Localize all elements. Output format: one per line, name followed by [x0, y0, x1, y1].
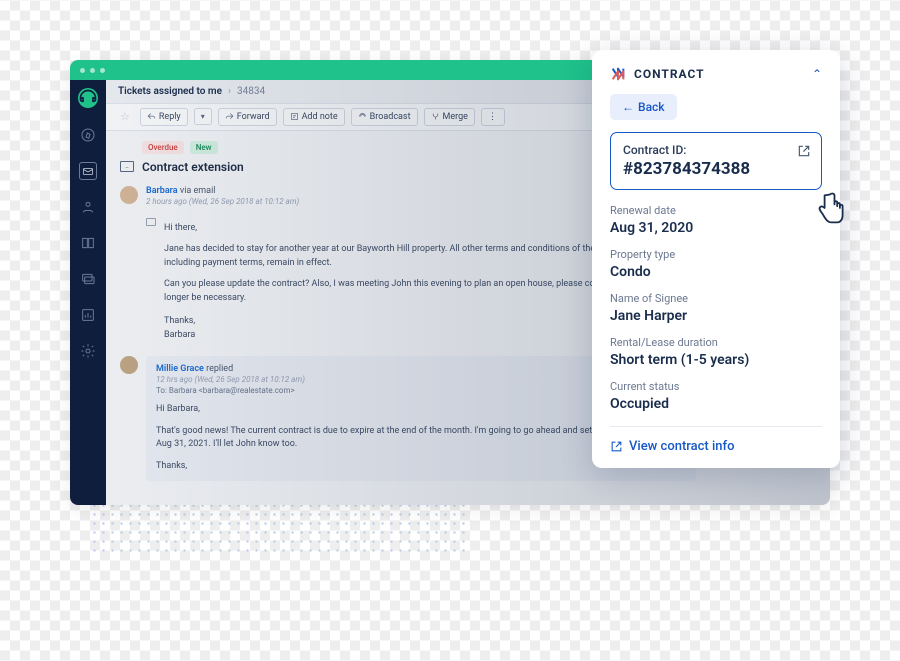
external-link-icon [610, 440, 623, 453]
contract-field: Property type Condo [610, 248, 822, 280]
more-button[interactable]: ⋮ [481, 108, 505, 126]
headset-icon[interactable] [78, 88, 98, 108]
field-value: Occupied [610, 396, 822, 412]
book-icon[interactable] [79, 234, 97, 252]
contract-id-label: Contract ID: [623, 143, 809, 157]
decorative-dots [90, 501, 470, 556]
merge-button[interactable]: Merge [424, 108, 475, 126]
avatar[interactable] [120, 186, 138, 204]
field-label: Rental/Lease duration [610, 336, 822, 349]
new-badge: New [190, 141, 218, 154]
app-logo-icon [610, 66, 626, 82]
forward-button[interactable]: Forward [218, 108, 277, 126]
arrow-left-icon: ← [622, 100, 634, 114]
contract-field: Name of Signee Jane Harper [610, 292, 822, 324]
view-contract-link[interactable]: View contract info [610, 439, 822, 454]
chart-icon[interactable] [79, 306, 97, 324]
reply-dropdown[interactable]: ▾ [194, 108, 212, 125]
broadcast-button[interactable]: Broadcast [351, 108, 418, 126]
envelope-icon [146, 218, 156, 226]
contract-id-box[interactable]: Contract ID: #823784374388 [610, 132, 822, 190]
pointer-hand-icon [812, 188, 848, 228]
contract-panel: CONTRACT ⌃ ← Back Contract ID: #82378437… [592, 50, 840, 468]
back-button[interactable]: ← Back [610, 94, 677, 120]
contract-field: Renewal date Aug 31, 2020 [610, 204, 822, 236]
field-value: Condo [610, 264, 822, 280]
link-label: View contract info [629, 439, 735, 454]
overdue-badge: Overdue [142, 141, 184, 154]
msg-line: Barbara [164, 330, 195, 340]
compass-icon[interactable] [79, 126, 97, 144]
field-label: Property type [610, 248, 822, 261]
divider [610, 426, 822, 427]
reply-button[interactable]: Reply [140, 108, 188, 126]
field-label: Name of Signee [610, 292, 822, 305]
contract-field: Rental/Lease duration Short term (1-5 yea… [610, 336, 822, 368]
field-value: Short term (1-5 years) [610, 352, 822, 368]
forward-label: Forward [237, 112, 270, 122]
window-dot[interactable] [90, 68, 95, 73]
merge-label: Merge [443, 112, 468, 122]
window-dot[interactable] [80, 68, 85, 73]
chat-icon[interactable] [79, 270, 97, 288]
contract-id-value: #823784374388 [623, 159, 809, 179]
sender-name[interactable]: Barbara [146, 186, 178, 196]
gear-icon[interactable] [79, 342, 97, 360]
left-nav [70, 80, 106, 505]
panel-title: CONTRACT [634, 67, 804, 81]
ticket-subject: Contract extension [142, 160, 244, 174]
window-dot[interactable] [100, 68, 105, 73]
sender-name[interactable]: Millie Grace [156, 364, 204, 374]
collapse-icon[interactable]: ⌃ [812, 67, 822, 81]
field-value: Jane Harper [610, 308, 822, 324]
action-label: replied [204, 364, 233, 374]
addnote-button[interactable]: Add note [283, 108, 345, 126]
envelope-icon [120, 161, 134, 172]
breadcrumb-root[interactable]: Tickets assigned to me [118, 86, 222, 97]
back-label: Back [638, 100, 665, 114]
avatar[interactable] [120, 356, 138, 374]
field-label: Renewal date [610, 204, 822, 217]
field-label: Current status [610, 380, 822, 393]
user-icon[interactable] [79, 198, 97, 216]
contract-field: Current status Occupied [610, 380, 822, 412]
reply-label: Reply [159, 112, 181, 122]
via-label: via email [178, 186, 216, 196]
addnote-label: Add note [302, 112, 338, 122]
msg-line: Thanks, [164, 316, 195, 326]
external-link-icon[interactable] [797, 143, 811, 157]
star-icon[interactable]: ☆ [116, 110, 134, 123]
breadcrumb-id: 34834 [237, 86, 265, 97]
breadcrumb-sep: › [228, 86, 231, 97]
broadcast-label: Broadcast [370, 112, 411, 122]
inbox-icon[interactable] [79, 162, 97, 180]
field-value: Aug 31, 2020 [610, 220, 822, 236]
